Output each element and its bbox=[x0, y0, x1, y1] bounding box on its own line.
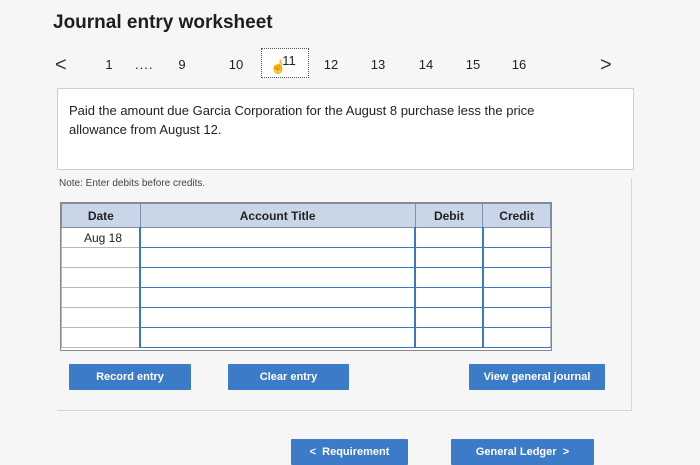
general-ledger-button[interactable]: General Ledger > bbox=[451, 439, 594, 465]
table-row bbox=[61, 267, 551, 288]
view-general-journal-button[interactable]: View general journal bbox=[469, 364, 605, 390]
debit-input[interactable] bbox=[414, 227, 484, 248]
question-text: Paid the amount due Garcia Corporation f… bbox=[69, 103, 535, 137]
account-title-header: Account Title bbox=[139, 203, 416, 228]
page-title: Journal entry worksheet bbox=[53, 12, 273, 33]
table-row bbox=[61, 327, 551, 348]
account-title-input[interactable] bbox=[139, 267, 416, 288]
debit-input[interactable] bbox=[414, 267, 484, 288]
date-cell bbox=[61, 267, 141, 288]
date-cell bbox=[61, 287, 141, 308]
account-title-input[interactable] bbox=[139, 307, 416, 328]
journal-table: Date Account Title Debit Credit Aug 18 bbox=[60, 202, 552, 351]
account-title-input[interactable] bbox=[139, 327, 416, 348]
account-title-input[interactable] bbox=[139, 227, 416, 248]
debit-header: Debit bbox=[414, 203, 484, 228]
credit-input[interactable] bbox=[481, 307, 551, 328]
account-title-input[interactable] bbox=[139, 247, 416, 268]
instruction-note: Note: Enter debits before credits. bbox=[59, 178, 206, 189]
record-entry-button[interactable]: Record entry bbox=[69, 364, 191, 390]
question-box: Paid the amount due Garcia Corporation f… bbox=[57, 88, 634, 170]
table-row: Aug 18 bbox=[61, 227, 551, 248]
pager-ellipsis: .... bbox=[135, 57, 154, 72]
table-row bbox=[61, 307, 551, 328]
debit-input[interactable] bbox=[414, 327, 484, 348]
date-cell bbox=[61, 327, 141, 348]
panel-border bbox=[631, 178, 632, 410]
clear-entry-button[interactable]: Clear entry bbox=[228, 364, 349, 390]
date-cell bbox=[61, 247, 141, 268]
general-ledger-label: General Ledger bbox=[475, 446, 557, 458]
table-row bbox=[61, 287, 551, 308]
account-title-input[interactable] bbox=[139, 287, 416, 308]
page-16[interactable]: 16 bbox=[507, 57, 531, 72]
date-header: Date bbox=[61, 203, 141, 228]
page-12[interactable]: 12 bbox=[319, 57, 343, 72]
page-15[interactable]: 15 bbox=[461, 57, 485, 72]
page-11[interactable]: ☝ 11 bbox=[261, 48, 309, 78]
debit-input[interactable] bbox=[414, 307, 484, 328]
question-pager: < 1 .... 9 10 ☝ 11 12 13 14 15 16 > bbox=[0, 48, 700, 82]
divider bbox=[57, 410, 632, 411]
debit-input[interactable] bbox=[414, 247, 484, 268]
next-page-icon[interactable]: > bbox=[600, 54, 612, 77]
prev-page-icon[interactable]: < bbox=[55, 54, 67, 77]
date-cell bbox=[61, 307, 141, 328]
page-1[interactable]: 1 bbox=[97, 57, 121, 72]
page-10[interactable]: 10 bbox=[224, 57, 248, 72]
credit-input[interactable] bbox=[481, 227, 551, 248]
chevron-right-icon: > bbox=[562, 446, 570, 458]
credit-input[interactable] bbox=[481, 267, 551, 288]
table-row bbox=[61, 247, 551, 268]
requirement-label: Requirement bbox=[322, 446, 390, 458]
credit-input[interactable] bbox=[481, 287, 551, 308]
requirement-button[interactable]: < Requirement bbox=[291, 439, 408, 465]
chevron-left-icon: < bbox=[309, 446, 317, 458]
page-14[interactable]: 14 bbox=[414, 57, 438, 72]
page-13[interactable]: 13 bbox=[366, 57, 390, 72]
date-cell: Aug 18 bbox=[61, 227, 141, 248]
debit-input[interactable] bbox=[414, 287, 484, 308]
credit-header: Credit bbox=[482, 203, 551, 228]
credit-input[interactable] bbox=[481, 247, 551, 268]
page-9[interactable]: 9 bbox=[170, 57, 194, 72]
credit-input[interactable] bbox=[481, 327, 551, 348]
